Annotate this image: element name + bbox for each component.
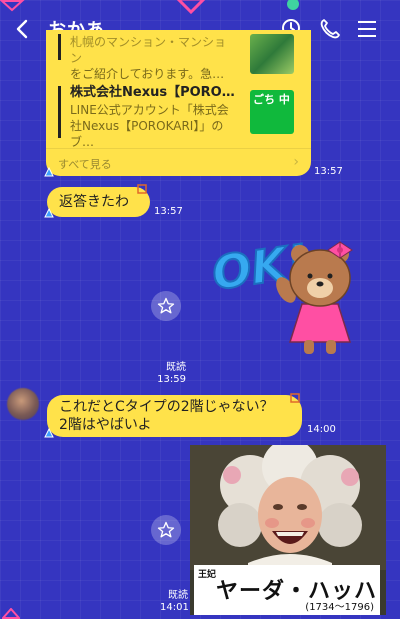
chevron-right-icon: › [293,154,299,170]
card-item-text: 札幌のマンション・マンション をご紹介しております。急… [70,34,235,82]
message-bubble[interactable]: これだとCタイプの2階じゃない？ 2階はやばいよ [47,395,302,437]
message-text: 返答きたわ [59,194,129,210]
read-receipt: 既読 [166,362,186,373]
phone-icon[interactable] [318,17,342,41]
card-thumbnail: ごち 中 [250,90,294,134]
triangle-icon [44,167,54,177]
message-timestamp: 13:57 [154,206,183,217]
card-item-desc: 札幌のマンション・マンション [70,35,227,65]
message-meta: 既読 14:01 [160,590,189,614]
card-thumbnail [250,34,294,74]
message-timestamp: 14:01 [160,602,189,613]
message-timestamp: 14:00 [307,424,336,435]
corner-decoration-icon [137,184,147,194]
caption-small: 王妃 [198,570,217,580]
card-item-bar [58,86,61,138]
message-text: 2階はやばいよ [59,417,152,433]
star-icon [157,521,175,538]
card-item-desc: 社Nexus【POROKARI】」のブ… [70,119,224,149]
back-icon[interactable] [12,18,34,40]
read-receipt: 既読 [168,590,188,601]
photo-caption: 王妃 ヤーダ・ハッハー (1734〜1796) [194,565,380,615]
card-item-bar [58,34,61,60]
message-meta: 既読 13:59 [156,362,186,386]
triangle-icon [44,208,54,218]
card-item[interactable]: 株式会社Nexus【POROKARI】… LINE公式アカウント「株式会 社Ne… [58,84,294,149]
card-thumbnail-text: ごち 中 [253,93,290,106]
message-bubble[interactable]: 返答きたわ [47,187,150,217]
keep-star-button[interactable] [151,291,181,321]
see-all-label: すべて見る [58,158,112,171]
menu-icon[interactable] [355,17,379,41]
message-text: これだとCタイプの2階じゃない？ [59,399,274,415]
portrait-image [190,445,386,570]
bear-character [276,241,353,354]
card-item-desc: をご紹介しております。急… [70,67,225,81]
card-item[interactable]: 札幌のマンション・マンション をご紹介しております。急… [58,34,294,81]
keep-star-button[interactable] [151,515,181,545]
caption-years: (1734〜1796) [305,602,374,613]
contact-avatar[interactable] [7,388,39,420]
message-timestamp: 13:57 [314,166,343,177]
shared-link-card[interactable]: 札幌のマンション・マンション をご紹介しております。急… 株式会社Nexus【P… [46,30,311,176]
triangle-icon [44,428,54,438]
star-icon [157,297,175,314]
corner-decoration-icon [290,393,300,403]
ok-sticker[interactable]: OK! [208,232,370,362]
message-timestamp: 13:59 [157,374,186,385]
see-all-link[interactable]: すべて見る › [46,148,311,177]
card-item-title: 株式会社Nexus【POROKARI】… [70,85,238,100]
photo-message[interactable]: 王妃 ヤーダ・ハッハー (1734〜1796) [190,445,386,615]
triangle-decoration [2,608,20,619]
card-item-desc: LINE公式アカウント「株式会 [70,103,229,117]
card-item-text: 株式会社Nexus【POROKARI】… LINE公式アカウント「株式会 社Ne… [70,84,238,150]
